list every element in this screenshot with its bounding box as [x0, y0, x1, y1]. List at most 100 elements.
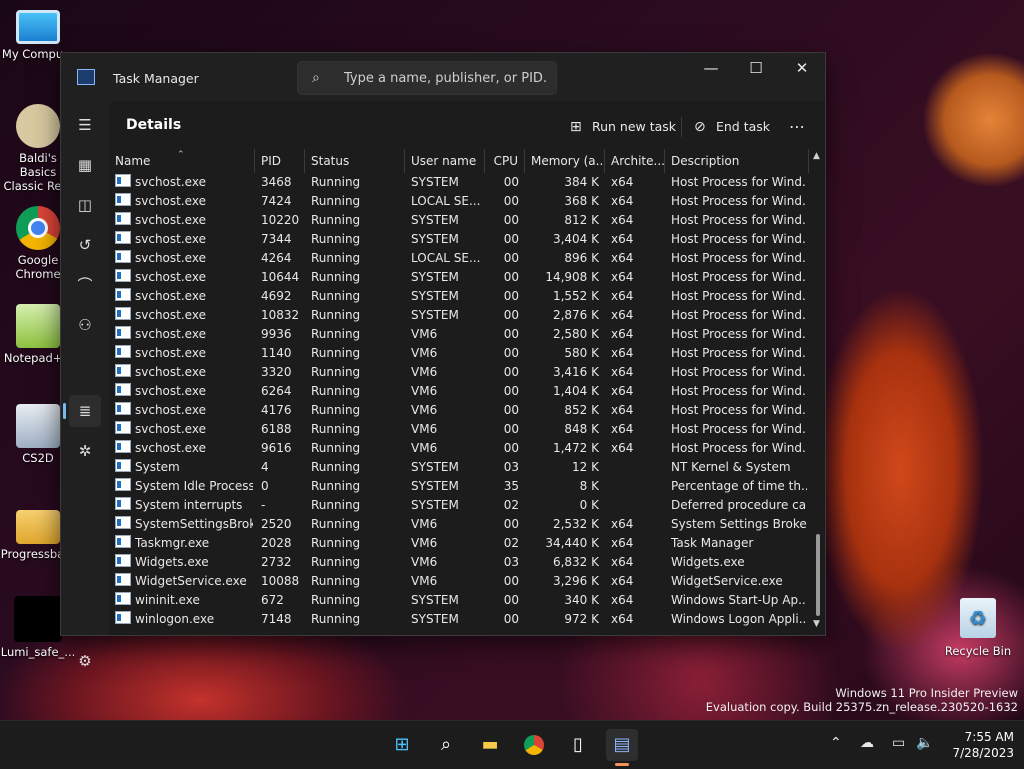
table-row[interactable]: svchost.exe 6264 Running VM6 00 1,404 K x64 Hos… [109, 382, 809, 401]
column-header[interactable]: Status [305, 149, 405, 173]
table-row[interactable]: System interrupts - Running SYSTEM 02 0 K Defe… [109, 496, 809, 515]
cell-pid: 10644 [261, 270, 300, 284]
table-row[interactable]: System 4 Running SYSTEM 03 12 K NT Kernel & Sy… [109, 458, 809, 477]
table-row[interactable]: svchost.exe 7424 Running LOCAL SE... 00 368 K… [109, 192, 809, 211]
cell-user: VM6 [411, 555, 438, 569]
cell-pid: 1140 [261, 346, 292, 360]
search-box[interactable]: ⌕ [297, 61, 557, 95]
table-row[interactable]: svchost.exe 1140 Running VM6 00 580 K x64 Host … [109, 344, 809, 363]
search-input[interactable] [342, 66, 550, 90]
run-new-task-label: Run new task [591, 119, 677, 134]
settings-gear-icon[interactable]: ⚙ [69, 645, 101, 677]
run-new-task-button[interactable]: ⊞ Run new task [570, 113, 676, 141]
cell-name: winlogon.exe [115, 610, 253, 629]
notepad-taskbar-icon[interactable]: ▯ [562, 729, 594, 761]
active-app-indicator [615, 763, 629, 766]
cell-user: VM6 [411, 441, 438, 455]
maximize-button[interactable]: ☐ [733, 53, 779, 85]
table-row[interactable]: svchost.exe 10832 Running SYSTEM 00 2,876 K x6… [109, 306, 809, 325]
app-history-icon[interactable]: ↺ [69, 229, 101, 261]
show-hidden-icons-chevron-up-icon[interactable]: ⌃ [830, 735, 842, 751]
cell-name: System interrupts [115, 496, 253, 515]
cell-cpu: 00 [503, 232, 519, 246]
minimize-button[interactable]: — [688, 53, 734, 85]
cell-arch: x64 [611, 574, 634, 588]
cell-mem: 340 K [564, 593, 599, 607]
details-icon[interactable]: ≣ [69, 395, 101, 427]
task-manager-icon [77, 69, 95, 85]
end-task-button[interactable]: ⊘ End task [694, 113, 770, 141]
table-row[interactable]: svchost.exe 10644 Running SYSTEM 00 14,908 K x… [109, 268, 809, 287]
column-header[interactable]: PID [255, 149, 305, 173]
file-explorer-icon[interactable]: ▬ [474, 729, 506, 761]
table-row[interactable]: System Idle Process 0 Running SYSTEM 35 8 K Pe… [109, 477, 809, 496]
vertical-scrollbar[interactable]: ▲ ▼ [811, 149, 825, 635]
desktop-icon-recycle-bin[interactable]: ♻ Recycle Bin [940, 598, 1016, 658]
more-options-button[interactable]: ⋯ [789, 113, 805, 141]
task-manager-window: Task Manager ⌕ — ☐ ✕ ☰ ▦ ◫ ↺ ⌒ ⚇ ≣ ✲ ⚙ D… [60, 52, 826, 670]
table-row[interactable]: svchost.exe 4692 Running SYSTEM 00 1,552 K x64… [109, 287, 809, 306]
table-row[interactable]: svchost.exe 7344 Running SYSTEM 00 3,404 K x64… [109, 230, 809, 249]
column-header[interactable]: User name [405, 149, 485, 173]
cell-mem: 6,832 K [552, 555, 599, 569]
column-header[interactable]: Memory (a... [525, 149, 605, 173]
cell-name: WidgetService.exe [115, 572, 253, 591]
hamburger-menu-icon[interactable]: ☰ [69, 109, 101, 141]
process-name: svchost.exe [135, 289, 206, 303]
clock[interactable]: 7:55 AM 7/28/2023 [940, 729, 1014, 761]
task-manager-taskbar-icon[interactable]: ▤ [606, 729, 638, 761]
cell-desc: Host Process for Wind... [671, 194, 807, 208]
cell-status: Running [311, 213, 361, 227]
cloud-offline-icon[interactable]: ☁ [860, 735, 874, 751]
services-icon[interactable]: ✲ [69, 435, 101, 467]
table-row[interactable]: svchost.exe 4176 Running VM6 00 852 K x64 Host … [109, 401, 809, 420]
cell-arch: x64 [611, 308, 634, 322]
cell-name: Widgets.exe [115, 553, 253, 572]
cell-user: VM6 [411, 384, 438, 398]
users-icon[interactable]: ⚇ [69, 309, 101, 341]
network-icon[interactable]: ▭ [892, 735, 905, 751]
column-header[interactable]: Name ⌃ [109, 149, 255, 173]
table-header: Name ⌃ PID Status User name CPU Memory (a... Ar… [109, 149, 809, 173]
scroll-up-icon[interactable]: ▲ [813, 151, 820, 161]
cell-cpu: 00 [503, 213, 519, 227]
volume-icon[interactable]: 🔈 [916, 735, 933, 751]
chrome-icon [16, 206, 60, 250]
table-row[interactable]: svchost.exe 3320 Running VM6 00 3,416 K x64 Hos… [109, 363, 809, 382]
table-row[interactable]: svchost.exe 10220 Running SYSTEM 00 812 K x64 H… [109, 211, 809, 230]
table-row[interactable]: svchost.exe 3468 Running SYSTEM 00 384 K x64 Ho… [109, 173, 809, 192]
table-row[interactable]: WidgetService.exe 10088 Running VM6 00 3,296 … [109, 572, 809, 591]
cell-arch: x64 [611, 403, 634, 417]
table-row[interactable]: winlogon.exe 7148 Running SYSTEM 00 972 K x64 W… [109, 610, 809, 629]
table-row[interactable]: svchost.exe 4264 Running LOCAL SE... 00 896 K… [109, 249, 809, 268]
cell-pid: 9616 [261, 441, 292, 455]
table-row[interactable]: svchost.exe 9936 Running VM6 00 2,580 K x64 Hos… [109, 325, 809, 344]
chrome-taskbar-icon[interactable] [518, 729, 550, 761]
search-taskbar-icon[interactable]: ⌕ [430, 729, 462, 761]
title-bar[interactable]: Task Manager ⌕ — ☐ ✕ [61, 53, 825, 101]
table-row[interactable]: wininit.exe 672 Running SYSTEM 00 340 K x64 Win… [109, 591, 809, 610]
performance-icon[interactable]: ◫ [69, 189, 101, 221]
scrollbar-thumb[interactable] [816, 534, 820, 616]
column-header[interactable]: Archite... [605, 149, 665, 173]
process-name: System Idle Process [135, 479, 253, 493]
column-header[interactable]: CPU [485, 149, 525, 173]
cell-desc: Host Process for Wind... [671, 213, 807, 227]
table-row[interactable]: svchost.exe 6188 Running VM6 00 848 K x64 Host … [109, 420, 809, 439]
table-row[interactable]: svchost.exe 9616 Running VM6 00 1,472 K x64 Hos… [109, 439, 809, 458]
column-header[interactable]: Description [665, 149, 809, 173]
processes-icon[interactable]: ▦ [69, 149, 101, 181]
close-button[interactable]: ✕ [779, 53, 825, 85]
cell-arch: x64 [611, 555, 634, 569]
process-name: svchost.exe [135, 232, 206, 246]
cell-desc: Widgets.exe [671, 555, 745, 569]
cell-mem: 3,416 K [552, 365, 599, 379]
table-row[interactable]: Widgets.exe 2732 Running VM6 03 6,832 K x64 Wid… [109, 553, 809, 572]
scroll-down-icon[interactable]: ▼ [813, 619, 820, 629]
start-button-icon[interactable]: ⊞ [386, 729, 418, 761]
table-row[interactable]: SystemSettingsBroke... 2520 Running VM6 00 2,… [109, 515, 809, 534]
desktop-icon-label: Lumi_safe_... [0, 645, 76, 659]
table-row[interactable]: Taskmgr.exe 2028 Running VM6 02 34,440 K x64 Ta… [109, 534, 809, 553]
cell-cpu: 00 [503, 612, 519, 626]
startup-apps-icon[interactable]: ⌒ [69, 269, 101, 301]
